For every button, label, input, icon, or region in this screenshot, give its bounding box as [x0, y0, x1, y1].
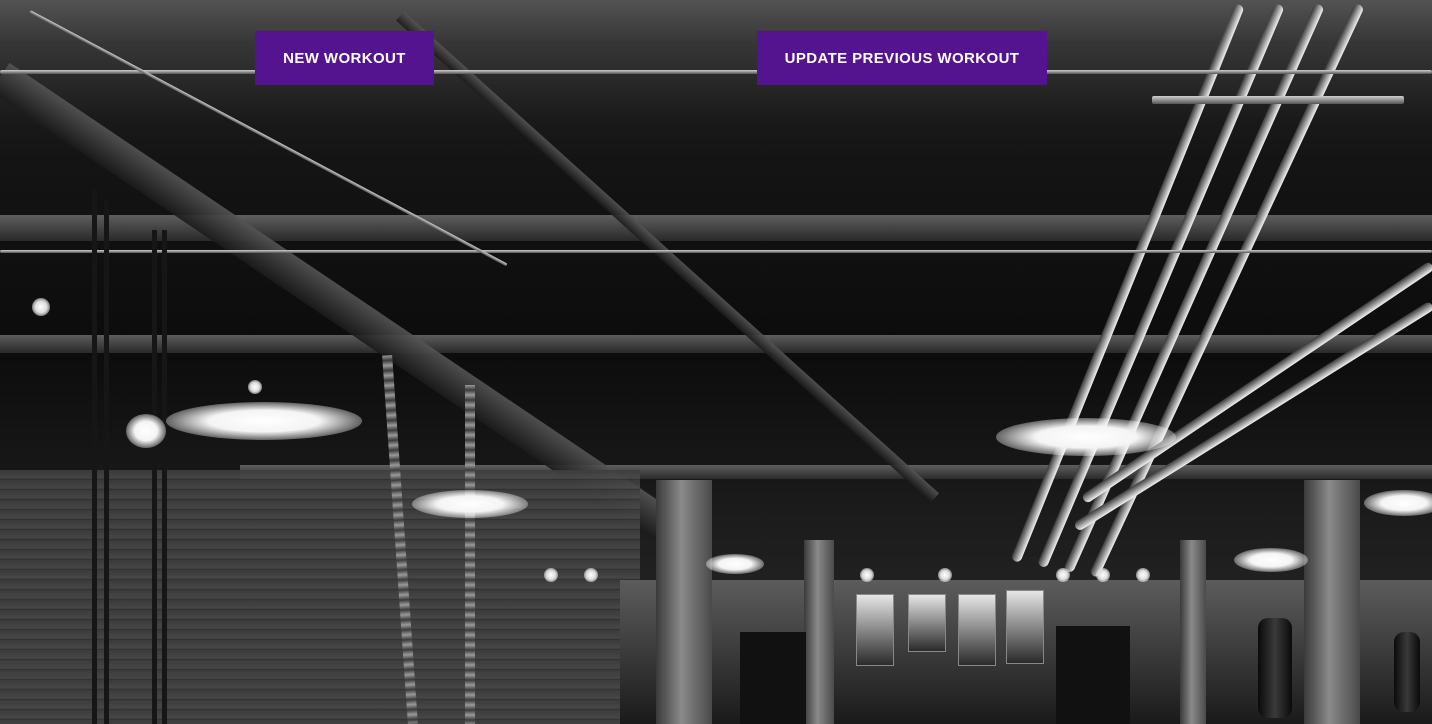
hanging-banner	[958, 594, 996, 666]
gym-background-scene: NEW WORKOUT UPDATE PREVIOUS WORKOUT	[0, 0, 1432, 724]
ceiling-lamp	[1364, 490, 1432, 516]
light-bulb	[32, 298, 50, 316]
light-bulb	[544, 568, 558, 582]
support-column	[656, 480, 712, 724]
light-bulb	[584, 568, 598, 582]
doorway	[740, 632, 806, 724]
ceiling-lamp	[166, 402, 362, 440]
suspension-strap	[162, 230, 167, 724]
hanging-banner	[908, 594, 946, 652]
conduit	[0, 250, 1432, 253]
conduit	[0, 70, 1432, 74]
climbing-rope	[465, 385, 475, 724]
update-previous-workout-button[interactable]: UPDATE PREVIOUS WORKOUT	[757, 31, 1047, 85]
punching-bag	[1394, 632, 1420, 712]
light-bulb	[860, 568, 874, 582]
conduit	[1152, 96, 1404, 104]
doorway	[1056, 626, 1130, 724]
light-bulb	[1136, 568, 1150, 582]
new-workout-button[interactable]: NEW WORKOUT	[255, 31, 434, 85]
light-bulb	[938, 568, 952, 582]
support-column	[1304, 480, 1360, 724]
hanging-banner	[856, 594, 894, 666]
ceiling-lamp	[412, 490, 528, 518]
suspension-strap	[152, 230, 157, 724]
light-bulb	[1096, 568, 1110, 582]
ceiling-lamp	[1234, 548, 1308, 572]
suspension-strap	[92, 190, 97, 724]
suspension-strap	[104, 200, 109, 724]
support-column	[804, 540, 834, 724]
hanging-banner	[1006, 590, 1044, 664]
ceiling-lamp	[126, 414, 166, 448]
light-bulb	[248, 380, 262, 394]
ceiling-lamp	[706, 554, 764, 574]
background-photo	[0, 0, 1432, 724]
support-column	[1180, 540, 1206, 724]
ceiling-lamp	[996, 418, 1176, 456]
light-bulb	[1056, 568, 1070, 582]
punching-bag	[1258, 618, 1292, 718]
ceiling-beam	[0, 335, 1432, 353]
